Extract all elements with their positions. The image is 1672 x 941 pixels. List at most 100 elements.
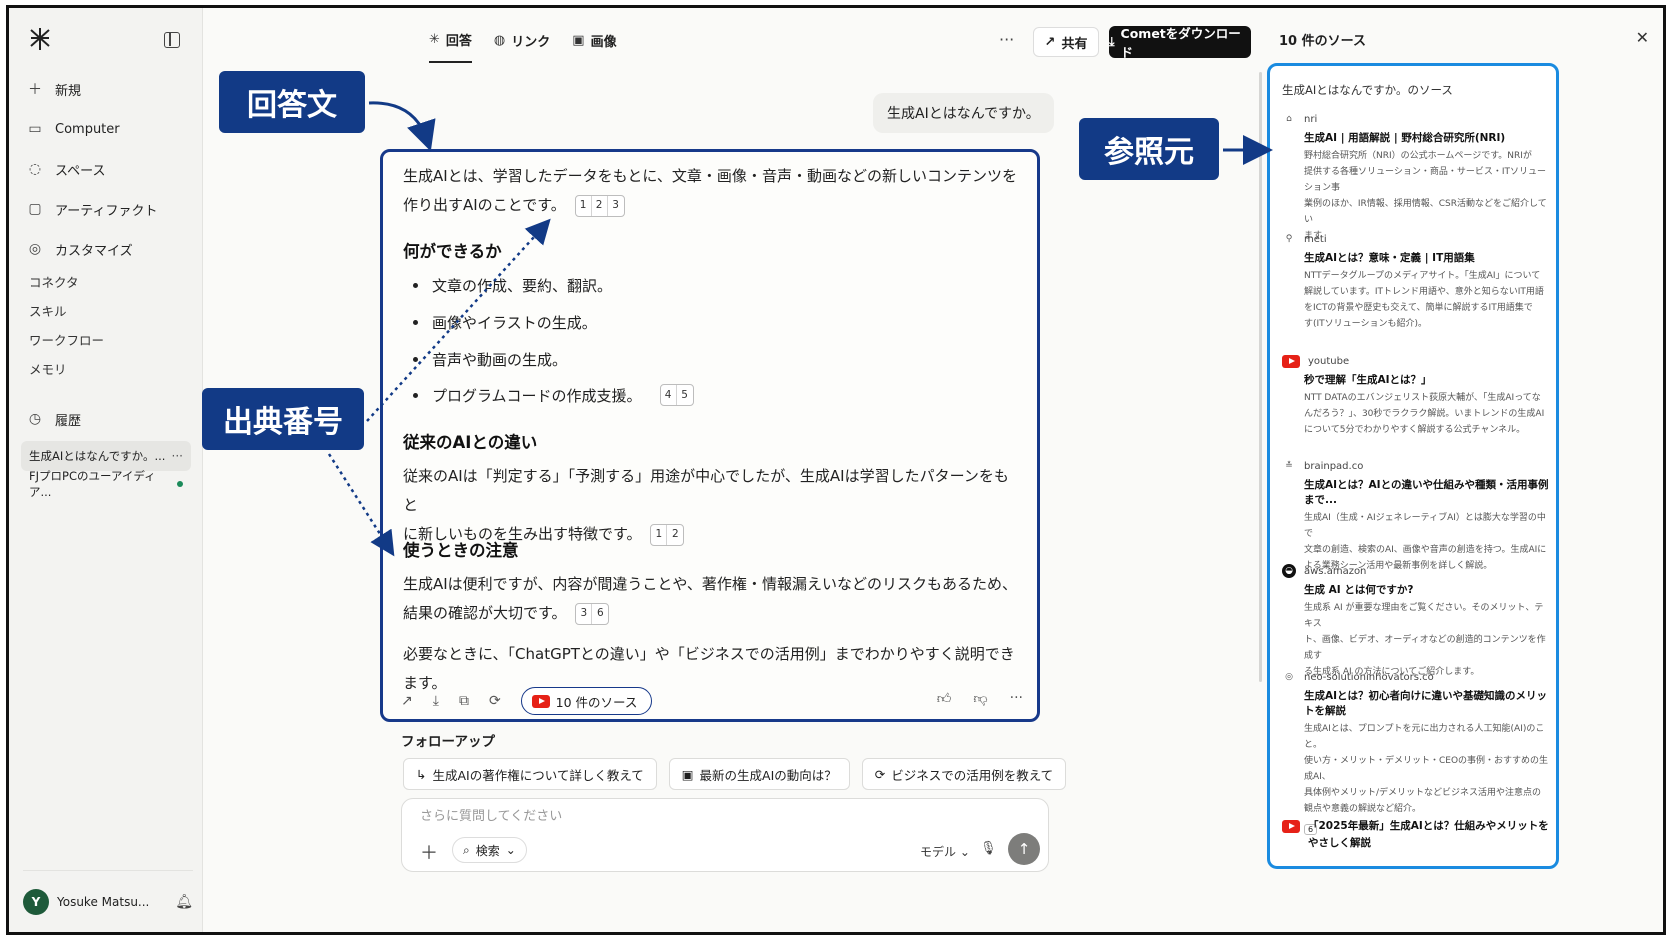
sidebar-collapse-icon[interactable] (164, 32, 180, 48)
history-icon: ◷ (28, 411, 42, 427)
user-menu[interactable]: Y Yosuke Matsu... 🔔︎ (23, 870, 193, 932)
sidebar-item-workflows[interactable]: ワークフロー (29, 330, 104, 349)
citation-number[interactable]: 4 (661, 385, 677, 405)
source-item[interactable]: ◒ aws.amazon 生成 AI とは何ですか? 生成系 AI が重要な理由を… (1282, 564, 1552, 680)
source-title: 生成AIとは？AIとの違いや仕組みや種類・活用事例まで... (1304, 479, 1549, 506)
annotation-source-label: 参照元 (1079, 118, 1219, 180)
thread-item[interactable]: FJプロPCのユーアイディア... (21, 469, 191, 499)
followup-item[interactable]: ⟳ ビジネスでの活用例を教えて (861, 758, 1067, 790)
sources-button[interactable]: 10 件のソース (520, 687, 653, 715)
sidebar-item-label: 新規 (55, 83, 82, 99)
tab-answer[interactable]: ✳ 回答 (429, 30, 472, 63)
image-icon: ▣ (572, 33, 585, 48)
citation-number[interactable]: 3 (608, 196, 624, 216)
tab-links[interactable]: ◍ リンク (494, 30, 550, 63)
user-name: Yosuke Matsu... (57, 894, 150, 909)
list-text: 音声や動画の生成。 (432, 351, 568, 369)
source-title: 生成AIとは？意味・定義 | IT用語集 (1304, 252, 1475, 264)
sidebar-item-spaces[interactable]: ◌ スペース (27, 156, 106, 182)
export-icon[interactable]: ⤓ (433, 693, 439, 709)
download-comet-button[interactable]: ⤓ Cometをダウンロード (1109, 26, 1251, 60)
source-site: neo-solutioninnovators.co (1304, 671, 1434, 683)
source-item[interactable]: youtube 秒で理解「生成AIとは？」 NTT DATAのエバンジェリスト荻… (1282, 355, 1552, 438)
site-favicon-icon: ⌂ (1286, 114, 1292, 124)
rewrite-icon[interactable]: ⟳ (489, 693, 501, 709)
sidebar-item-label: アーティファクト (55, 203, 158, 219)
citation-number[interactable]: 6 (592, 604, 608, 624)
source-item[interactable]: ◎ neo-solutioninnovators.co 生成AIとは？初心者向けに… (1282, 670, 1552, 836)
citation-group[interactable]: 4 5 (659, 384, 694, 406)
model-select[interactable]: モデル ⌄ (920, 843, 970, 860)
attach-plus-icon[interactable]: ＋ (420, 839, 438, 865)
sidebar-item-history[interactable]: ◷ 履歴 (27, 406, 81, 432)
sidebar-item-computer[interactable]: ▭ Computer (27, 116, 119, 142)
citation-group[interactable]: 1 2 3 (574, 194, 625, 217)
source-item[interactable]: ⌂ nri 生成AI | 用語解説 | 野村総合研究所(NRI) 野村総合研究所（… (1282, 112, 1552, 244)
feedback-actions: 👍︎ 👎︎ ··· (937, 690, 1023, 707)
citation-number[interactable]: 1 (651, 524, 668, 545)
tab-label: リンク (511, 35, 551, 50)
source-title: やさしく解説 (1308, 837, 1371, 849)
artifact-icon: ▢ (28, 201, 42, 217)
more-options-icon[interactable]: ··· (999, 30, 1014, 49)
more-icon[interactable]: ··· (172, 449, 183, 463)
globe-icon: ◌ (28, 161, 42, 177)
citation-group[interactable]: 1 2 (650, 523, 685, 546)
followup-item[interactable]: ↳ 生成AIの著作権について詳しく教えて (403, 758, 657, 790)
user-question: 生成AIとはなんですか。 (873, 93, 1054, 133)
sidebar-item-artifacts[interactable]: ▢ アーティファクト (27, 196, 157, 222)
source-site: nri (1304, 113, 1318, 125)
citation-number[interactable]: 1 (576, 195, 592, 216)
share-button[interactable]: ↗ 共有 (1033, 27, 1099, 57)
search-mode-select[interactable]: ⌕ 検索 ⌄ (452, 837, 527, 863)
source-item[interactable]: ≛ brainpad.co 生成AIとは？AIとの違いや仕組みや種類・活用事例まで… (1282, 459, 1552, 574)
query-input[interactable] (420, 809, 1020, 824)
source-site: brainpad.co (1304, 460, 1364, 472)
share-icon[interactable]: ↗ (401, 693, 413, 709)
sidebar-item-customize[interactable]: ◎ カスタマイズ (27, 236, 133, 262)
citation-group[interactable]: 3 6 (575, 602, 610, 625)
app-window: ＋ 新規 ▭ Computer ◌ スペース ▢ アーティファクト ◎ カスタマ… (6, 5, 1666, 935)
citation-number[interactable]: 3 (576, 603, 593, 624)
source-title: 生成AIとは？初心者向けに違いや基礎知識のメリットを解説 (1304, 690, 1548, 717)
send-button[interactable]: ↑ (1008, 833, 1040, 865)
bell-icon[interactable]: 🔔︎ (175, 894, 193, 910)
customize-icon: ◎ (28, 241, 42, 257)
thumbs-down-icon[interactable]: 👎︎ (973, 690, 987, 707)
copy-icon[interactable]: ⧉ (459, 693, 469, 709)
list-item: プログラムコードの作成支援。 4 5 (413, 384, 694, 406)
sources-box-title: 生成AIとはなんですか。のソース (1282, 83, 1453, 97)
answer-actions: ↗ ⤓ ⧉ ⟳ 10 件のソース (401, 687, 653, 715)
more-icon[interactable]: ··· (1010, 690, 1023, 707)
followup-item[interactable]: ▣ 最新の生成AIの動向は？ (668, 758, 850, 790)
sources-label: 10 件のソース (555, 694, 638, 710)
sidebar-item-memory[interactable]: メモリ (29, 359, 67, 378)
download-icon: ⤓ (1109, 34, 1115, 49)
youtube-icon (1282, 355, 1300, 368)
site-favicon-icon: ⚲ (1285, 234, 1293, 244)
citation-number[interactable]: 5 (677, 385, 693, 405)
list-item: 文章の作成、要約、翻訳。 (413, 275, 612, 296)
citation-number[interactable]: 2 (592, 195, 608, 216)
perplexity-logo-icon[interactable] (27, 26, 53, 52)
citation-number[interactable]: 2 (667, 525, 683, 545)
sidebar-item-label: スペース (55, 163, 106, 179)
source-title: 生成AI | 用語解説 | 野村総合研究所(NRI) (1304, 132, 1506, 144)
source-item[interactable]: 「2025年最新」生成AIとは？仕組みやメリットを やさしく解説 (1282, 818, 1552, 856)
answer-intro: 生成AIとは、学習したデータをもとに、文章・画像・音声・動画などの新しいコンテン… (403, 162, 1023, 220)
sidebar-item-connectors[interactable]: コネクタ (29, 272, 79, 291)
perplexity-icon: ✳ (429, 32, 440, 47)
thumbs-up-icon[interactable]: 👍︎ (937, 690, 952, 707)
mic-icon[interactable]: 🎙︎ (980, 841, 997, 856)
sidebar-item-new[interactable]: ＋ 新規 (27, 76, 81, 102)
site-favicon-icon: ≛ (1285, 461, 1293, 471)
download-label: Cometをダウンロード (1120, 26, 1241, 60)
sidebar-item-skills[interactable]: スキル (29, 301, 67, 320)
tab-images[interactable]: ▣ 画像 (572, 30, 616, 63)
thread-item[interactable]: 生成AIとはなんですか。... ··· (21, 441, 191, 471)
tab-label: 画像 (590, 35, 617, 50)
list-item: 音声や動画の生成。 (413, 349, 567, 370)
source-item[interactable]: ⚲ meti 生成AIとは？意味・定義 | IT用語集 NTTデータグループのメデ… (1282, 232, 1552, 332)
scrollbar[interactable] (1259, 72, 1262, 682)
close-icon[interactable]: ✕ (1636, 28, 1649, 47)
